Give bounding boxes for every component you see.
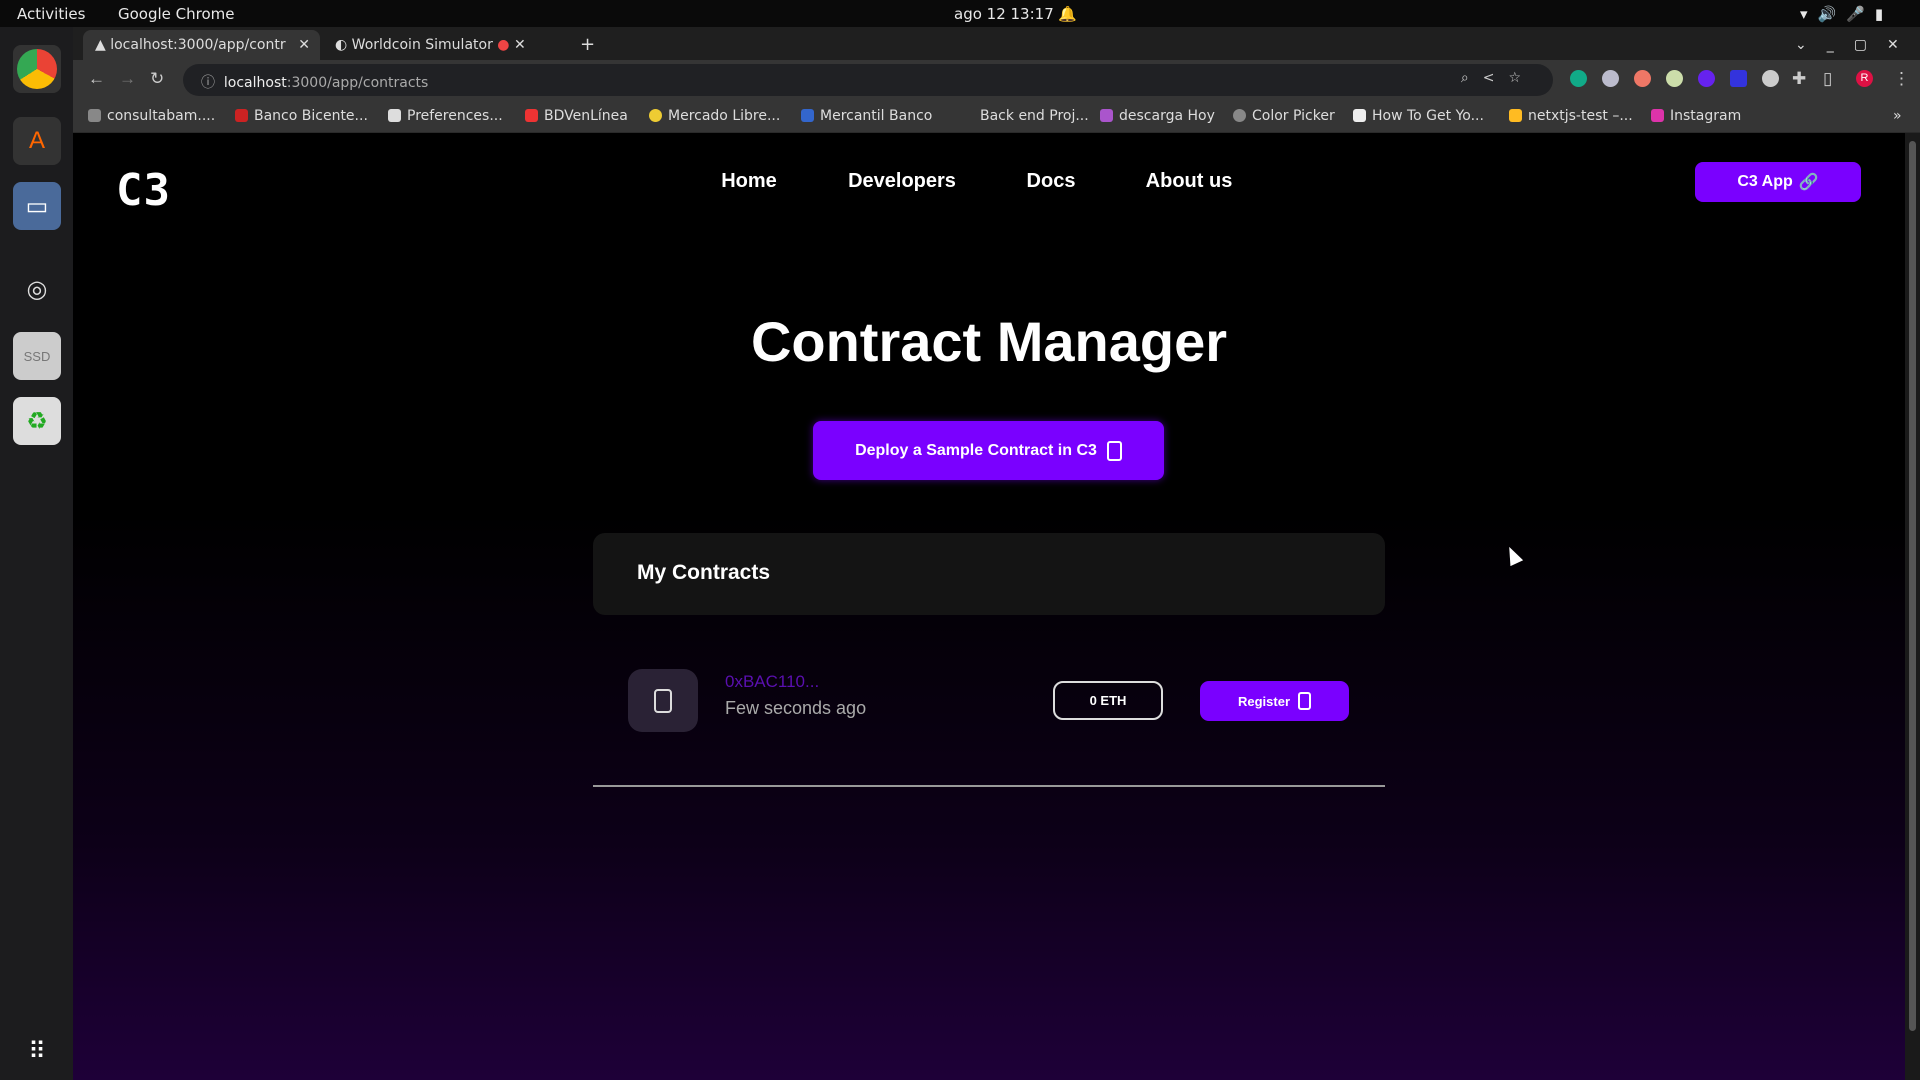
bookmark[interactable]: Color Picker — [1233, 108, 1335, 124]
tab-worldcoin[interactable]: ◐ Worldcoin Simulator ● ✕ — [323, 30, 553, 60]
extension-icon[interactable] — [1762, 70, 1779, 87]
extension-icon[interactable] — [1602, 70, 1619, 87]
close-tab-icon[interactable]: ✕ — [298, 37, 310, 53]
system-tray-icons[interactable]: ▾🔊🎤▮ — [1800, 5, 1893, 23]
contract-address-link[interactable]: 0xBAC110... — [725, 672, 819, 692]
bookmark[interactable]: Mercado Libre... — [649, 108, 780, 124]
nav-about-us[interactable]: About us — [1146, 170, 1233, 193]
metamask-icon[interactable] — [1634, 70, 1651, 87]
eth-balance-badge: 0 ETH — [1053, 681, 1163, 720]
omnibox-actions[interactable]: ⌕<☆ — [1461, 70, 1535, 86]
bookmark[interactable]: Preferences... — [388, 108, 503, 124]
extension-icon[interactable] — [1666, 70, 1683, 87]
c3-logo[interactable]: C3 — [116, 165, 171, 216]
url-input[interactable]: ⓘ localhost:3000/app/contracts ⌕<☆ — [183, 64, 1553, 96]
activities-button[interactable]: Activities — [17, 5, 85, 23]
tab-contracts[interactable]: ▲ localhost:3000/app/contr ✕ — [83, 30, 320, 60]
extension-icon[interactable] — [1698, 70, 1715, 87]
divider — [593, 785, 1385, 787]
tab-label: localhost:3000/app/contr — [110, 37, 286, 53]
bookmark[interactable]: descarga Hoy — [1100, 108, 1215, 124]
address-bar-row: ← → ↻ ⓘ localhost:3000/app/contracts ⌕<☆… — [73, 60, 1920, 100]
register-label: Register — [1237, 693, 1291, 709]
puzzle-extensions-icon[interactable]: ✚ — [1792, 69, 1806, 89]
app-menu[interactable]: Google Chrome — [118, 5, 235, 23]
section-title: My Contracts — [637, 561, 771, 584]
tab-bar: ▲ localhost:3000/app/contr ✕ ◐ Worldcoin… — [73, 27, 1920, 60]
document-icon — [1298, 692, 1312, 710]
obs-icon[interactable]: ◎ — [13, 265, 61, 313]
c3-app-button[interactable]: C3 App 🔗 — [1695, 162, 1861, 202]
bookmark[interactable]: consultabam.... — [88, 108, 215, 124]
bookmark[interactable]: BDVenLínea — [525, 108, 628, 124]
os-top-bar: Activities Google Chrome ago 12 13:17 🔔 … — [0, 0, 1920, 27]
clock[interactable]: ago 12 13:17 — [954, 5, 1054, 23]
nav-docs[interactable]: Docs — [1027, 170, 1076, 193]
deploy-sample-contract-button[interactable]: Deploy a Sample Contract in C3 — [813, 421, 1164, 480]
bookmark[interactable]: netxtjs-test –... — [1509, 108, 1633, 124]
dock: A ▭ ◎ SSD ♻ ⠿ — [0, 27, 73, 1080]
my-contracts-header: My Contracts — [593, 533, 1385, 615]
link-icon: 🔗 — [1798, 174, 1819, 191]
extension-icon[interactable] — [1570, 70, 1587, 87]
scrollbar[interactable] — [1905, 133, 1920, 1080]
more-bookmarks-icon[interactable]: » — [1893, 108, 1902, 124]
menu-kebab-icon[interactable]: ⋮ — [1893, 69, 1910, 89]
side-panel-icon[interactable]: ▯ — [1823, 69, 1832, 89]
page-content: C3 Home Developers Docs About us C3 App 🔗… — [73, 133, 1905, 1080]
trash-icon[interactable]: ♻ — [13, 397, 61, 445]
chrome-icon[interactable] — [13, 45, 61, 93]
sublime-icon[interactable]: A — [13, 117, 61, 165]
nav-developers[interactable]: Developers — [848, 170, 956, 193]
bookmarks-bar: consultabam.... Banco Bicente... Prefere… — [73, 100, 1920, 133]
back-icon[interactable]: ← — [88, 69, 105, 89]
app-grid-icon[interactable]: ⠿ — [13, 1027, 61, 1075]
document-icon — [1106, 440, 1122, 461]
bell-icon: 🔔 — [1058, 5, 1077, 23]
bookmark[interactable]: How To Get Yo... — [1353, 108, 1484, 124]
contract-time: Few seconds ago — [725, 698, 867, 718]
bookmark[interactable]: Banco Bicente... — [235, 108, 368, 124]
bookmark[interactable]: Instagram — [1651, 108, 1741, 124]
nav-home[interactable]: Home — [721, 170, 777, 193]
c3-app-label: C3 App — [1737, 173, 1793, 190]
window-controls[interactable]: ⌄_▢✕ — [1783, 30, 1920, 60]
ssd-drive-icon[interactable]: SSD — [13, 332, 61, 380]
scrollbar-thumb[interactable] — [1909, 141, 1916, 1031]
register-button[interactable]: Register — [1200, 681, 1349, 721]
recording-icon: ● — [497, 37, 510, 53]
mouse-cursor — [1502, 543, 1524, 567]
deploy-label: Deploy a Sample Contract in C3 — [855, 441, 1097, 459]
bookmark[interactable]: Mercantil Banco — [801, 108, 932, 124]
reload-icon[interactable]: ↻ — [150, 69, 164, 89]
extension-icon[interactable] — [1730, 70, 1747, 87]
contract-document-icon — [628, 669, 698, 732]
bookmark[interactable]: Back end Proj... — [961, 108, 1089, 124]
new-tab-button[interactable]: + — [568, 30, 607, 60]
close-tab-icon[interactable]: ✕ — [514, 37, 526, 53]
forward-icon[interactable]: → — [119, 69, 136, 89]
profile-avatar[interactable]: R — [1856, 70, 1873, 87]
files-icon[interactable]: ▭ — [13, 182, 61, 230]
page-title: Contract Manager — [750, 310, 1228, 373]
tab-label: Worldcoin Simulator — [351, 37, 493, 53]
